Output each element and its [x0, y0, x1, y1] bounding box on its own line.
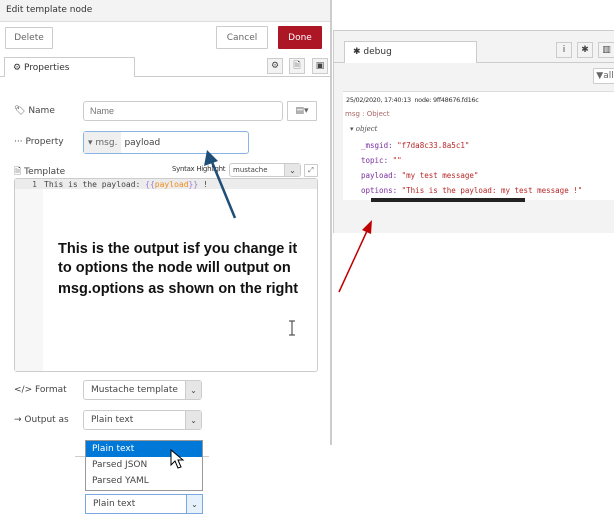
text-cursor-icon [289, 320, 295, 336]
blue-arrow [204, 150, 237, 219]
red-arrow [338, 220, 372, 293]
annotation-arrows [170, 150, 372, 469]
mouse-pointer-icon [170, 448, 185, 469]
